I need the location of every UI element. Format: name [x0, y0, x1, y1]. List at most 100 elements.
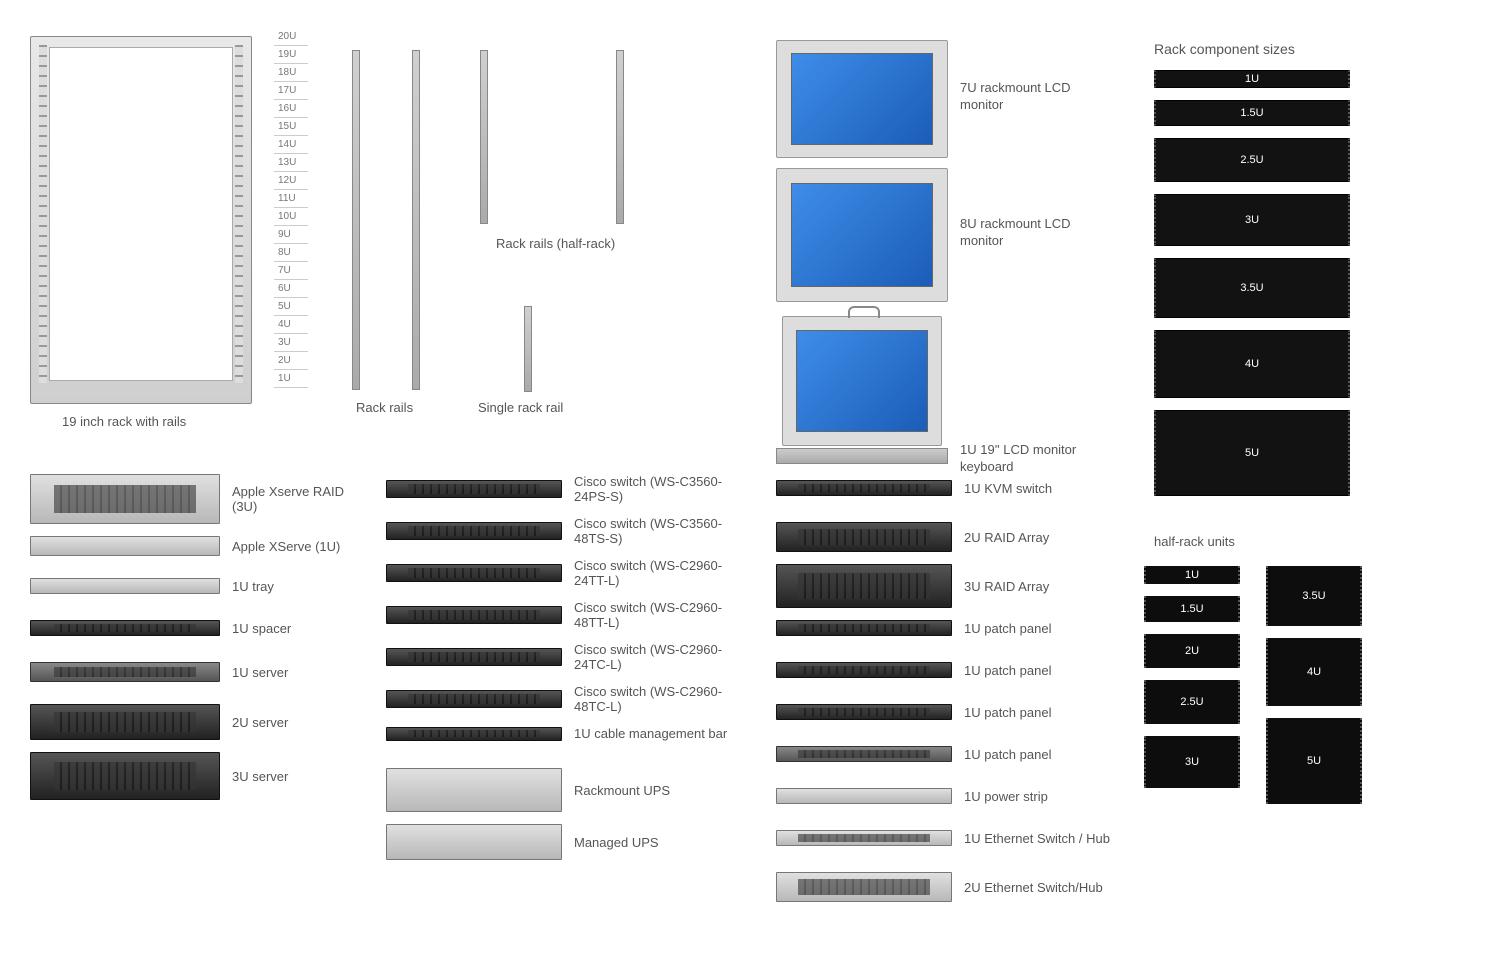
- device-shape: [386, 768, 562, 812]
- device-row: 1U Ethernet Switch / Hub: [776, 830, 1146, 846]
- ruler-tick: 4U: [274, 316, 308, 334]
- device-shape: [386, 690, 562, 708]
- device-row: 1U spacer: [30, 620, 370, 636]
- device-shape: [386, 522, 562, 540]
- ruler-tick: 3U: [274, 334, 308, 352]
- device-row: 2U RAID Array: [776, 522, 1146, 552]
- device-row: 1U patch panel: [776, 662, 1146, 678]
- monitor-8u: [776, 168, 948, 302]
- size-block: 2.5U: [1154, 138, 1350, 182]
- device-row: 1U tray: [30, 578, 370, 594]
- device-shape: [30, 662, 220, 682]
- device-row: 3U RAID Array: [776, 564, 1146, 608]
- ruler-tick: 10U: [274, 208, 308, 226]
- device-label: 2U Ethernet Switch/Hub: [964, 880, 1103, 895]
- size-block: 5U: [1154, 410, 1350, 496]
- device-shape: [30, 536, 220, 556]
- device-shape: [386, 648, 562, 666]
- device-label: 1U power strip: [964, 789, 1048, 804]
- monitor-8u-label: 8U rackmount LCD monitor: [960, 216, 1110, 250]
- ruler-tick: 7U: [274, 262, 308, 280]
- device-row: 1U patch panel: [776, 746, 1146, 762]
- device-shape: [776, 662, 952, 678]
- half-rail-2: [616, 50, 624, 224]
- device-label: 3U server: [232, 769, 288, 784]
- device-row: Cisco switch (WS-C2960-24TC-L): [386, 642, 756, 672]
- device-row: 2U server: [30, 704, 370, 740]
- rail-single-label: Single rack rail: [478, 400, 563, 417]
- device-label: Cisco switch (WS-C2960-24TT-L): [574, 558, 744, 588]
- size-block: 1U: [1154, 70, 1350, 88]
- device-row: 1U patch panel: [776, 620, 1146, 636]
- device-row: 1U patch panel: [776, 704, 1146, 720]
- device-label: 1U server: [232, 665, 288, 680]
- device-shape: [386, 824, 562, 860]
- device-label: 1U patch panel: [964, 663, 1051, 678]
- device-label: 1U tray: [232, 579, 274, 594]
- device-label: Apple XServe (1U): [232, 539, 340, 554]
- device-shape: [776, 830, 952, 846]
- device-label: 1U Ethernet Switch / Hub: [964, 831, 1110, 846]
- device-row: 3U server: [30, 752, 370, 800]
- rack-frame: [30, 36, 252, 404]
- half-size-block: 3U: [1144, 736, 1240, 788]
- half-size-block: 1U: [1144, 566, 1240, 584]
- device-shape: [386, 606, 562, 624]
- device-shape: [30, 704, 220, 740]
- device-label: 1U patch panel: [964, 705, 1051, 720]
- ruler-tick: 17U: [274, 82, 308, 100]
- size-block: 3.5U: [1154, 258, 1350, 318]
- ruler-tick: 11U: [274, 190, 308, 208]
- ruler-tick: 5U: [274, 298, 308, 316]
- half-size-block: 3.5U: [1266, 566, 1362, 626]
- monitor-kvm-label: 1U 19'' LCD monitor keyboard: [960, 442, 1120, 476]
- ruler-tick: 6U: [274, 280, 308, 298]
- device-label: 1U cable management bar: [574, 726, 727, 741]
- ruler-tick: 14U: [274, 136, 308, 154]
- device-label: Cisco switch (WS-C3560-24PS-S): [574, 474, 744, 504]
- half-size-block: 1.5U: [1144, 596, 1240, 622]
- device-label: 1U KVM switch: [964, 481, 1052, 496]
- device-shape: [30, 474, 220, 524]
- device-shape: [386, 564, 562, 582]
- rails-half-label: Rack rails (half-rack): [496, 236, 615, 253]
- sizes-title: Rack component sizes: [1154, 40, 1295, 58]
- single-rail: [524, 306, 532, 392]
- device-shape: [776, 620, 952, 636]
- device-label: Cisco switch (WS-C2960-48TT-L): [574, 600, 744, 630]
- device-shape: [30, 620, 220, 636]
- device-label: 1U patch panel: [964, 621, 1051, 636]
- ruler-tick: 2U: [274, 352, 308, 370]
- device-label: 2U RAID Array: [964, 530, 1049, 545]
- monitor-7u-label: 7U rackmount LCD monitor: [960, 80, 1110, 114]
- device-row: Rackmount UPS: [386, 768, 756, 812]
- half-size-block: 2U: [1144, 634, 1240, 668]
- half-size-block: 4U: [1266, 638, 1362, 706]
- device-row: Cisco switch (WS-C2960-48TC-L): [386, 684, 756, 714]
- device-shape: [776, 788, 952, 804]
- half-size-block: 5U: [1266, 718, 1362, 804]
- half-rail-1: [480, 50, 488, 224]
- device-label: 3U RAID Array: [964, 579, 1049, 594]
- rack-rail-left: [352, 50, 360, 390]
- device-row: 1U power strip: [776, 788, 1146, 804]
- device-shape: [776, 704, 952, 720]
- device-row: Cisco switch (WS-C3560-24PS-S): [386, 474, 756, 504]
- device-shape: [776, 746, 952, 762]
- ruler-tick: 1U: [274, 370, 308, 388]
- ruler-tick: 9U: [274, 226, 308, 244]
- device-label: Cisco switch (WS-C2960-24TC-L): [574, 642, 744, 672]
- device-row: Apple Xserve RAID (3U): [30, 474, 370, 524]
- device-shape: [386, 727, 562, 741]
- device-shape: [30, 752, 220, 800]
- device-label: 1U spacer: [232, 621, 291, 636]
- half-size-block: 2.5U: [1144, 680, 1240, 724]
- device-shape: [776, 522, 952, 552]
- device-row: 1U KVM switch: [776, 480, 1146, 496]
- ruler-tick: 19U: [274, 46, 308, 64]
- size-block: 3U: [1154, 194, 1350, 246]
- size-block: 4U: [1154, 330, 1350, 398]
- device-row: Apple XServe (1U): [30, 536, 370, 556]
- device-row: Managed UPS: [386, 824, 756, 860]
- device-row: Cisco switch (WS-C3560-48TS-S): [386, 516, 756, 546]
